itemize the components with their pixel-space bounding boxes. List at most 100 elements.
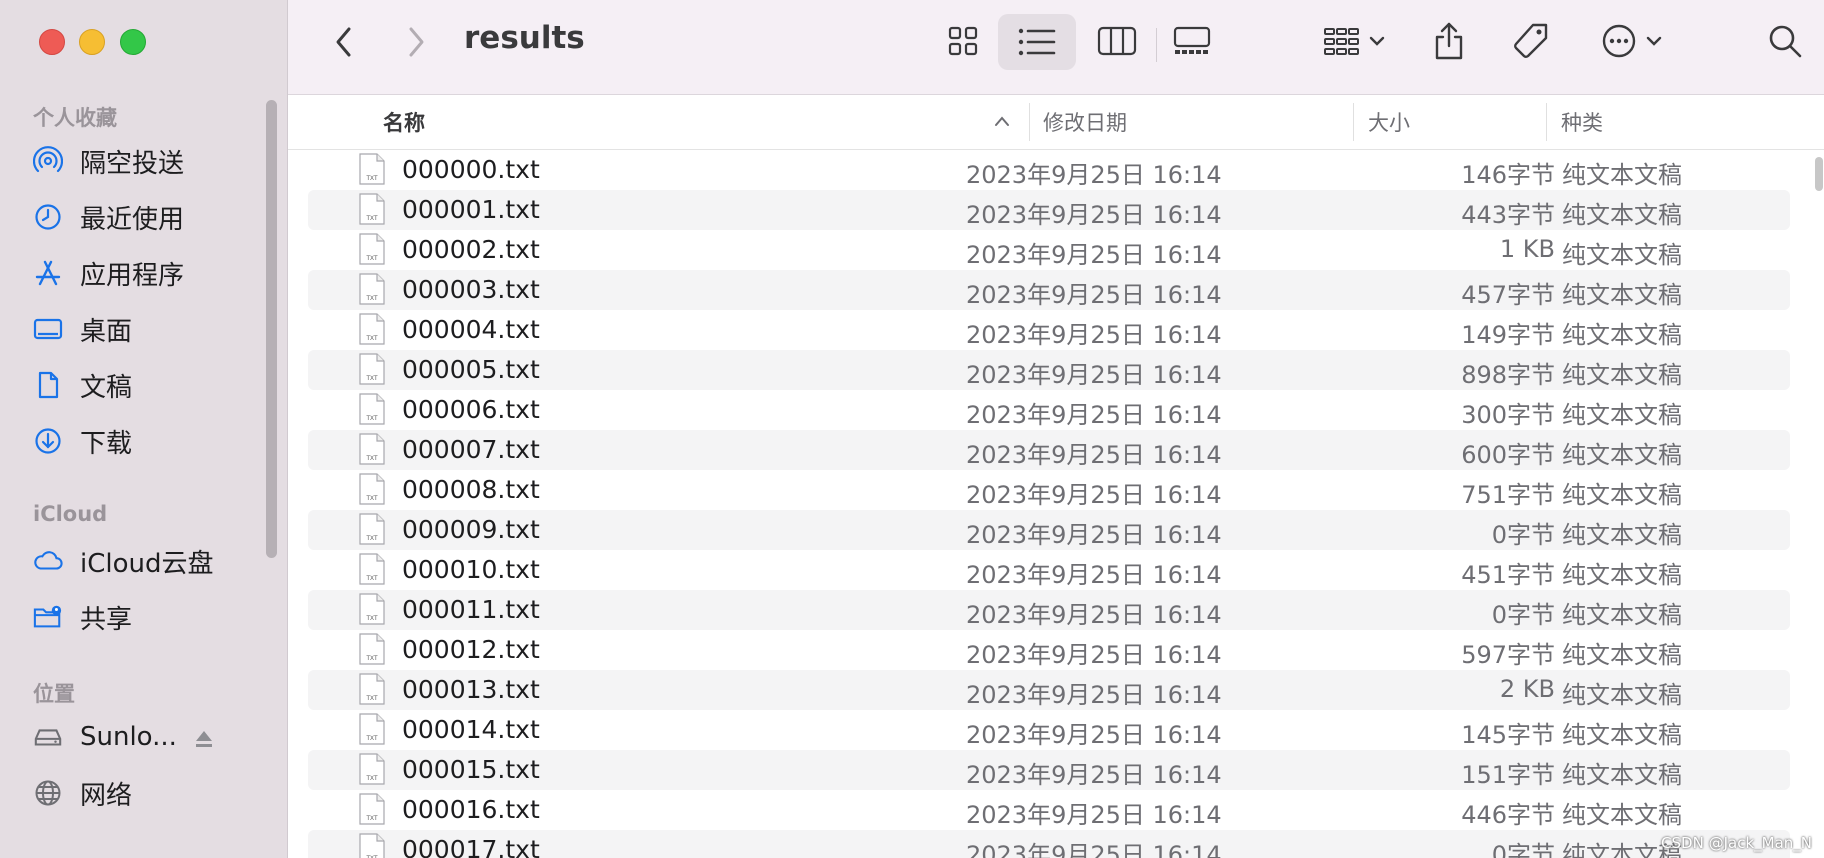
sidebar-item-shared[interactable]: 共享 (33, 597, 258, 637)
column-divider[interactable] (1546, 103, 1547, 141)
file-list: TXT 000000.txt 2023年9月25日 16:14 146字节 纯文本文稿 T… (288, 150, 1824, 858)
file-row[interactable]: TXT 000000.txt 2023年9月25日 16:14 146字节 纯文本文稿 (308, 150, 1790, 190)
back-button[interactable] (328, 22, 360, 62)
file-row[interactable]: TXT 000014.txt 2023年9月25日 16:14 145字节 纯文本文稿 (308, 710, 1790, 750)
file-modified-date: 2023年9月25日 16:14 (966, 321, 1222, 349)
icon-view-button[interactable] (940, 18, 986, 64)
text-file-icon: TXT (359, 713, 385, 745)
svg-text:TXT: TXT (366, 816, 378, 822)
file-modified-date: 2023年9月25日 16:14 (966, 201, 1222, 229)
toolbar-divider (1156, 28, 1157, 62)
file-row[interactable]: TXT 000012.txt 2023年9月25日 16:14 597字节 纯文本文稿 (308, 630, 1790, 670)
file-size: 597字节 (1461, 641, 1555, 669)
file-row[interactable]: TXT 000006.txt 2023年9月25日 16:14 300字节 纯文本文稿 (308, 390, 1790, 430)
gallery-icon (1173, 26, 1211, 54)
svg-text:TXT: TXT (366, 416, 378, 422)
file-name: 000010.txt (402, 555, 540, 584)
file-kind: 纯文本文稿 (1562, 681, 1682, 709)
fullscreen-window-button[interactable] (120, 29, 146, 55)
sidebar-item-network[interactable]: 网络 (33, 773, 258, 813)
list-scrollbar[interactable] (1815, 157, 1823, 191)
list-view-button[interactable] (998, 14, 1076, 70)
text-file-icon: TXT (359, 193, 385, 225)
file-row[interactable]: TXT 000001.txt 2023年9月25日 16:14 443字节 纯文本文稿 (308, 190, 1790, 230)
file-modified-date: 2023年9月25日 16:14 (966, 401, 1222, 429)
column-header: 名称 修改日期 大小 种类 (288, 95, 1824, 150)
text-file-icon: TXT (359, 753, 385, 785)
sidebar-item-documents[interactable]: 文稿 (33, 365, 258, 405)
column-view-button[interactable] (1094, 18, 1140, 64)
sidebar-item-airdrop[interactable]: 隔空投送 (33, 141, 258, 181)
column-divider[interactable] (1029, 103, 1030, 141)
text-file-icon: TXT (359, 553, 385, 585)
file-row[interactable]: TXT 000010.txt 2023年9月25日 16:14 451字节 纯文本文稿 (308, 550, 1790, 590)
text-file-icon: TXT (359, 633, 385, 665)
search-button[interactable] (1762, 18, 1808, 64)
watermark: CSDN @Jack_Man_N (1661, 834, 1812, 852)
applications-icon (33, 258, 63, 288)
share-button[interactable] (1426, 16, 1472, 66)
column-divider[interactable] (1353, 103, 1354, 141)
file-name: 000013.txt (402, 675, 540, 704)
file-row[interactable]: TXT 000004.txt 2023年9月25日 16:14 149字节 纯文本文稿 (308, 310, 1790, 350)
column-name-header[interactable]: 名称 (383, 107, 425, 137)
file-row[interactable]: TXT000017.txt2023年9月25日 16:140字节纯文本文稿 (308, 830, 1790, 858)
file-size: 1 KB (1499, 235, 1555, 263)
file-size: 446字节 (1461, 801, 1555, 829)
file-row[interactable]: TXT 000003.txt 2023年9月25日 16:14 457字节 纯文本文稿 (308, 270, 1790, 310)
text-file-icon: TXT (359, 273, 385, 305)
sidebar-item-desktop[interactable]: 桌面 (33, 309, 258, 349)
tag-icon (1514, 23, 1548, 58)
file-size: 0字节 (1491, 841, 1555, 858)
gallery-view-button[interactable] (1168, 18, 1216, 64)
sidebar-item-drive[interactable]: Sunlo... (33, 717, 258, 757)
sidebar-item-recents[interactable]: 最近使用 (33, 197, 258, 237)
chevron-right-icon (409, 27, 424, 57)
download-icon (33, 426, 63, 456)
file-modified-date: 2023年9月25日 16:14 (966, 481, 1222, 509)
sidebar-item-label: 隔空投送 (80, 148, 185, 179)
minimize-window-button[interactable] (79, 29, 105, 55)
file-kind: 纯文本文稿 (1562, 761, 1682, 789)
column-kind-header[interactable]: 种类 (1561, 107, 1603, 137)
sidebar-item-icloud-drive[interactable]: iCloud云盘 (33, 541, 258, 581)
text-file-icon: TXT (359, 353, 385, 385)
svg-text:TXT: TXT (366, 736, 378, 742)
text-file-icon: TXT (359, 513, 385, 545)
file-size: 898字节 (1461, 361, 1555, 389)
sidebar-item-label: Sunlo... (80, 722, 177, 752)
file-row[interactable]: TXT 000015.txt 2023年9月25日 16:14 151字节 纯文本文稿 (308, 750, 1790, 790)
file-row[interactable]: TXT 000007.txt 2023年9月25日 16:14 600字节 纯文本文稿 (308, 430, 1790, 470)
file-row[interactable]: TXT 000016.txt 2023年9月25日 16:14 446字节 纯文本文稿 (308, 790, 1790, 830)
group-by-button[interactable] (1316, 18, 1392, 64)
column-date-header[interactable]: 修改日期 (1043, 107, 1127, 137)
close-window-button[interactable] (39, 29, 65, 55)
column-size-header[interactable]: 大小 (1368, 107, 1410, 137)
svg-text:TXT: TXT (366, 696, 378, 702)
file-size: 151字节 (1461, 761, 1555, 789)
sidebar-item-applications[interactable]: 应用程序 (33, 253, 258, 293)
forward-button[interactable] (400, 22, 432, 62)
file-modified-date: 2023年9月25日 16:14 (966, 281, 1222, 309)
tags-button[interactable] (1508, 18, 1554, 64)
file-modified-date: 2023年9月25日 16:14 (966, 161, 1222, 189)
text-file-icon: TXT (359, 833, 385, 858)
sidebar-item-downloads[interactable]: 下载 (33, 421, 258, 461)
file-modified-date: 2023年9月25日 16:14 (966, 641, 1222, 669)
eject-icon[interactable] (193, 728, 215, 750)
file-row[interactable]: TXT 000011.txt 2023年9月25日 16:14 0字节 纯文本文稿 (308, 590, 1790, 630)
finder-window: 个人收藏 隔空投送 最近使用 应用程序 桌面 文稿 下载 iCloud iClo… (0, 0, 1824, 858)
file-name: 000007.txt (402, 435, 540, 464)
text-file-icon: TXT (359, 673, 385, 705)
file-size: 145字节 (1461, 721, 1555, 749)
sidebar-scrollbar[interactable] (266, 100, 277, 558)
file-kind: 纯文本文稿 (1562, 401, 1682, 429)
file-row[interactable]: TXT 000005.txt 2023年9月25日 16:14 898字节 纯文本文稿 (308, 350, 1790, 390)
action-menu-button[interactable] (1592, 18, 1672, 64)
text-file-icon: TXT (359, 313, 385, 345)
file-row[interactable]: TXT 000008.txt 2023年9月25日 16:14 751字节 纯文本文稿 (308, 470, 1790, 510)
svg-text:TXT: TXT (366, 496, 378, 502)
file-row[interactable]: TXT 000002.txt 2023年9月25日 16:14 1 KB 纯文本文稿 (308, 230, 1790, 270)
file-row[interactable]: TXT 000013.txt 2023年9月25日 16:14 2 KB 纯文本文稿 (308, 670, 1790, 710)
file-row[interactable]: TXT 000009.txt 2023年9月25日 16:14 0字节 纯文本文稿 (308, 510, 1790, 550)
